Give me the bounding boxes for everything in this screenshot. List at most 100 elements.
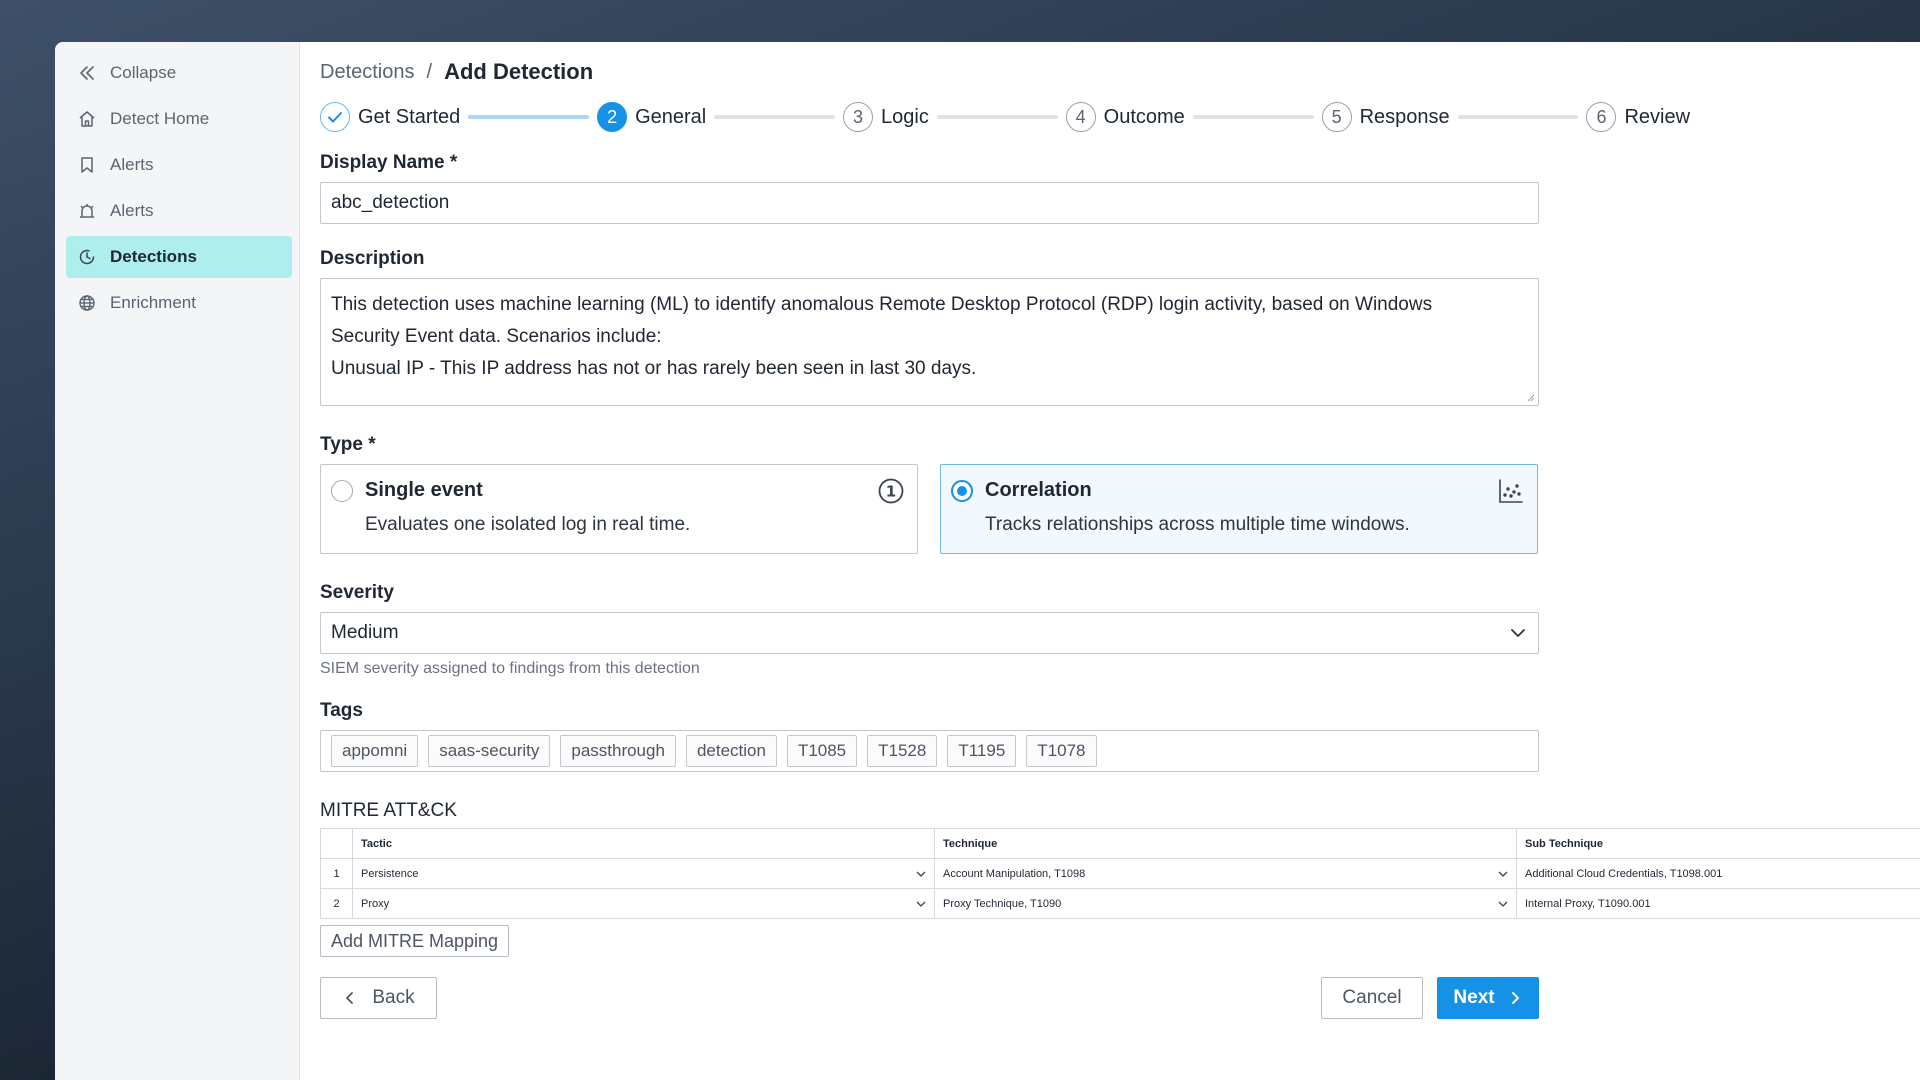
sub-technique-select[interactable]: Internal Proxy, T1090.001	[1517, 889, 1920, 918]
sidebar-item-detections[interactable]: Detections	[66, 236, 292, 278]
breadcrumb-separator: /	[426, 60, 433, 83]
add-mitre-mapping-button[interactable]: Add MITRE Mapping	[320, 925, 510, 957]
tactic-value: Persistence	[361, 867, 419, 880]
table-header-row: Tactic Technique Sub Technique	[320, 829, 1920, 859]
step-number: 2	[597, 102, 628, 132]
tags-input[interactable]: appomni saas-security passthrough detect…	[320, 730, 1539, 772]
index-header	[320, 829, 353, 858]
tag-chip[interactable]: T1195	[947, 735, 1017, 767]
display-name-input[interactable]: abc_detection	[320, 182, 1539, 224]
sub-technique-value: Additional Cloud Credentials, T1098.001	[1525, 867, 1723, 880]
step-circle-done	[320, 102, 350, 132]
check-icon	[328, 112, 342, 123]
collapse-label: Collapse	[110, 63, 177, 82]
sub-technique-value: Internal Proxy, T1090.001	[1525, 897, 1651, 910]
tag-chip[interactable]: T1085	[786, 735, 858, 767]
radio-correlation[interactable]	[951, 480, 973, 502]
step-logic[interactable]: 3 Logic	[843, 102, 929, 132]
collapse-button[interactable]: Collapse	[66, 52, 292, 94]
step-number: 5	[1321, 102, 1352, 132]
description-line: This detection uses machine learning (ML…	[331, 294, 1433, 315]
step-response[interactable]: 5 Response	[1321, 102, 1450, 132]
chevron-down-icon	[1511, 629, 1525, 637]
display-name-label: Display Name *	[320, 152, 458, 173]
main-content: Detections / Add Detection Get Started 2…	[300, 42, 1920, 1080]
sidebar-item-label: Alerts	[110, 201, 154, 220]
app-window: Collapse Detect Home Alerts Alerts Detec…	[55, 42, 1920, 1080]
step-number: 4	[1065, 102, 1096, 132]
technique-value: Proxy Technique, T1090	[943, 897, 1062, 910]
step-label: General	[635, 105, 707, 128]
step-general[interactable]: 2 General	[597, 102, 706, 132]
type-group: Type * Single event Evaluates one isolat…	[320, 434, 1920, 554]
chevron-down-icon	[916, 871, 926, 877]
sidebar-item-alerts-2[interactable]: Alerts	[66, 190, 292, 232]
row-index: 2	[320, 889, 353, 918]
step-label: Logic	[881, 105, 929, 128]
step-get-started[interactable]: Get Started	[320, 102, 460, 132]
description-textarea[interactable]: This detection uses machine learning (ML…	[320, 278, 1539, 406]
tag-chip[interactable]: appomni	[331, 735, 419, 767]
type-option-correlation[interactable]: Correlation Tracks relationships across …	[940, 464, 1538, 554]
sidebar-item-detect-home[interactable]: Detect Home	[66, 98, 292, 140]
resize-handle-icon[interactable]	[1525, 392, 1535, 402]
step-outcome[interactable]: 4 Outcome	[1065, 102, 1185, 132]
tag-chip[interactable]: T1528	[867, 735, 938, 767]
tactic-select[interactable]: Persistence	[353, 859, 935, 888]
back-button[interactable]: Back	[320, 977, 437, 1019]
globe-icon	[79, 295, 95, 311]
sidebar-item-enrichment[interactable]: Enrichment	[66, 282, 292, 324]
sidebar: Collapse Detect Home Alerts Alerts Detec…	[55, 42, 300, 1080]
step-connector	[1457, 115, 1579, 119]
sidebar-item-alerts[interactable]: Alerts	[66, 144, 292, 186]
step-connector	[468, 115, 590, 119]
numbered-circle-icon: 1	[878, 478, 904, 504]
sidebar-item-label: Detections	[110, 247, 197, 266]
type-option-desc: Tracks relationships across multiple tim…	[985, 514, 1410, 535]
type-option-title: Correlation	[985, 479, 1092, 501]
radio-single-event[interactable]	[331, 480, 353, 502]
chevron-down-icon	[1498, 901, 1508, 907]
mitre-group: MITRE ATT&CK Tactic Technique Sub Techni…	[320, 800, 1920, 957]
mitre-table: Tactic Technique Sub Technique 1 Persist…	[320, 828, 1920, 919]
step-connector	[714, 115, 836, 119]
technique-select[interactable]: Proxy Technique, T1090	[935, 889, 1517, 918]
step-label: Get Started	[358, 105, 461, 128]
chevron-left-icon	[346, 992, 354, 1004]
chevron-down-icon	[1498, 871, 1508, 877]
row-index: 1	[320, 859, 353, 888]
tag-chip[interactable]: detection	[685, 735, 777, 767]
chevron-down-icon	[916, 901, 926, 907]
type-option-single-event[interactable]: Single event Evaluates one isolated log …	[320, 464, 918, 554]
step-label: Response	[1359, 105, 1450, 128]
next-button[interactable]: Next	[1437, 977, 1539, 1019]
step-connector	[1192, 115, 1314, 119]
severity-select[interactable]: Medium	[320, 612, 1539, 654]
step-label: Outcome	[1103, 105, 1185, 128]
type-option-desc: Evaluates one isolated log in real time.	[365, 514, 691, 535]
technique-select[interactable]: Account Manipulation, T1098	[935, 859, 1517, 888]
chevron-right-icon	[1511, 992, 1519, 1004]
bookmark-icon	[81, 157, 93, 173]
double-chevron-left-icon	[80, 66, 94, 80]
breadcrumb-detections-link[interactable]: Detections	[320, 61, 415, 84]
severity-helper-text: SIEM severity assigned to findings from …	[320, 660, 700, 677]
page-title: Add Detection	[444, 59, 594, 84]
type-label: Type *	[320, 434, 376, 455]
sub-technique-select[interactable]: Additional Cloud Credentials, T1098.001	[1517, 859, 1920, 888]
type-option-title: Single event	[365, 479, 483, 501]
cancel-button[interactable]: Cancel	[1321, 977, 1423, 1019]
table-row: 1 Persistence Account Manipulation, T109…	[320, 859, 1920, 889]
tag-chip[interactable]: saas-security	[428, 735, 551, 767]
step-review[interactable]: 6 Review	[1586, 102, 1690, 132]
description-line: Unusual IP - This IP address has not or …	[331, 358, 977, 379]
column-header-technique: Technique	[935, 829, 1517, 858]
footer-actions: Back Cancel Next	[320, 977, 1539, 1019]
tag-chip[interactable]: passthrough	[560, 735, 676, 767]
tag-chip[interactable]: T1078	[1026, 735, 1097, 767]
severity-group: Severity Medium SIEM severity assigned t…	[320, 582, 1920, 678]
description-group: Description This detection uses machine …	[320, 248, 1920, 406]
tactic-select[interactable]: Proxy	[353, 889, 935, 918]
tags-group: Tags appomni saas-security passthrough d…	[320, 700, 1920, 772]
back-label: Back	[372, 987, 415, 1008]
